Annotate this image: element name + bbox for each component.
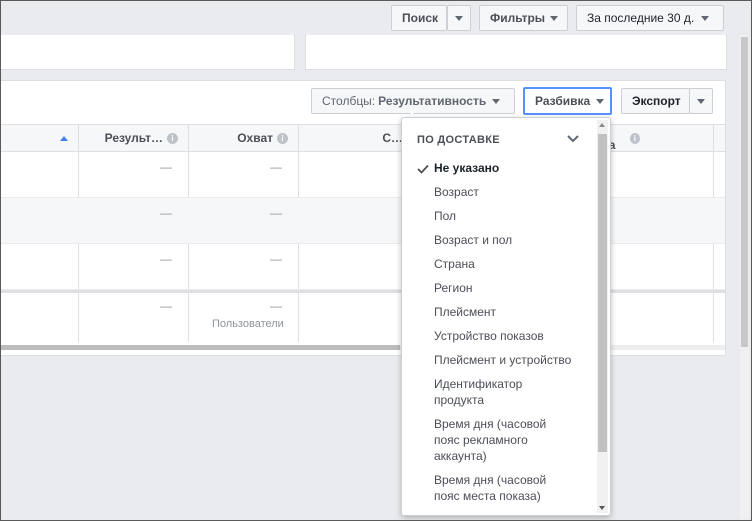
chevron-down-icon [492,98,501,104]
breakdown-option-time-of-day-viewer[interactable]: Время дня (часовой пояс места показа) [434,472,556,504]
breakdown-option-time-of-day-account[interactable]: Время дня (часовой пояс рекламного аккау… [434,416,556,464]
menu-scroll-thumb[interactable] [598,134,607,452]
breakdown-button[interactable]: Разбивка [523,87,612,115]
ads-table-panel: Столбцы: Результативность Разбивка Экспо… [1,80,726,356]
chevron-down-icon [596,98,605,104]
chevron-down-icon [701,15,710,21]
reach-value: — [270,160,282,174]
reach-total: — [270,299,282,313]
window-scrollbar[interactable] [740,35,749,519]
summary-card-left [1,35,295,70]
breakdown-option-placement[interactable]: Плейсмент [434,304,584,320]
info-icon[interactable]: i [629,132,640,144]
breakdown-button-label: Разбивка [535,94,591,108]
columns-prefix: Столбцы: [322,94,376,108]
sort-column-header[interactable] [1,125,78,151]
results-total: — [160,299,172,313]
export-button[interactable]: Экспорт [621,88,690,114]
horizontal-scroll-thumb[interactable] [1,345,400,350]
columns-selector[interactable]: Столбцы: Результативность [311,88,515,114]
breakdown-option-none[interactable]: Не указано [434,160,584,176]
breakdown-option-age-gender[interactable]: Возраст и пол [434,232,584,248]
search-button[interactable]: Поиск [391,5,447,31]
chevron-down-icon [697,98,705,104]
window-scroll-thumb[interactable] [741,37,748,347]
breakdown-option-product-id[interactable]: Идентификатор продукта [434,376,544,408]
table-row[interactable]: — — [1,244,725,290]
chevron-down-icon[interactable] [566,134,580,144]
table-header: Результ… i Охват i С… …ма i [1,124,725,152]
search-button-label: Поиск [402,11,439,25]
reach-value: — [270,252,282,266]
table-row[interactable]: — — [1,198,725,244]
breakdown-menu: ПО ДОСТАВКЕ Не указано Возраст Пол Возра… [401,117,611,516]
reach-value: — [270,206,282,220]
table-row[interactable]: — — [1,152,725,198]
breakdown-option-impression-device[interactable]: Устройство показов [434,328,584,344]
date-range-label: За последние 30 д. [587,11,695,25]
date-range-selector[interactable]: За последние 30 д. [576,5,724,31]
results-header-label: Результ… [104,131,163,145]
search-dropdown-button[interactable] [447,5,471,31]
breakdown-option-region[interactable]: Регион [434,280,584,296]
breakdown-option-country[interactable]: Страна [434,256,584,272]
filters-button[interactable]: Фильтры [479,5,568,31]
export-dropdown-button[interactable] [689,88,713,114]
reach-column-header[interactable]: Охват i [188,125,298,151]
chevron-down-icon [455,15,463,21]
sort-up-icon [60,135,68,141]
users-caption: Пользователи [212,318,284,330]
horizontal-scrollbar[interactable] [1,345,725,350]
filters-button-label: Фильтры [490,11,546,25]
columns-value: Результативность [378,94,487,108]
totals-row: — — Пользователи [1,293,725,343]
breakdown-option-placement-device[interactable]: Плейсмент и устройство [434,352,584,368]
summary-card-right [305,35,727,70]
scroll-up-icon[interactable] [599,123,605,127]
check-icon [417,164,429,174]
results-value: — [160,206,172,220]
reach-header-label: Охват [237,131,273,145]
info-icon[interactable]: i [277,132,288,144]
cost-header-label: С… [382,131,403,145]
app-window: Поиск Фильтры За последние 30 д. Столбцы… [0,0,752,521]
results-column-header[interactable]: Результ… i [78,125,188,151]
breakdown-option-gender[interactable]: Пол [434,208,584,224]
scroll-down-icon[interactable] [599,506,605,510]
chevron-down-icon [550,15,559,21]
breakdown-option-age[interactable]: Возраст [434,184,584,200]
menu-scrollbar[interactable] [597,120,608,513]
export-button-label: Экспорт [632,94,681,108]
results-value: — [160,160,172,174]
breakdown-section-title: ПО ДОСТАВКЕ [417,134,500,146]
cost-column-header[interactable]: С… [298,125,413,151]
info-icon[interactable]: i [167,132,178,144]
results-value: — [160,252,172,266]
